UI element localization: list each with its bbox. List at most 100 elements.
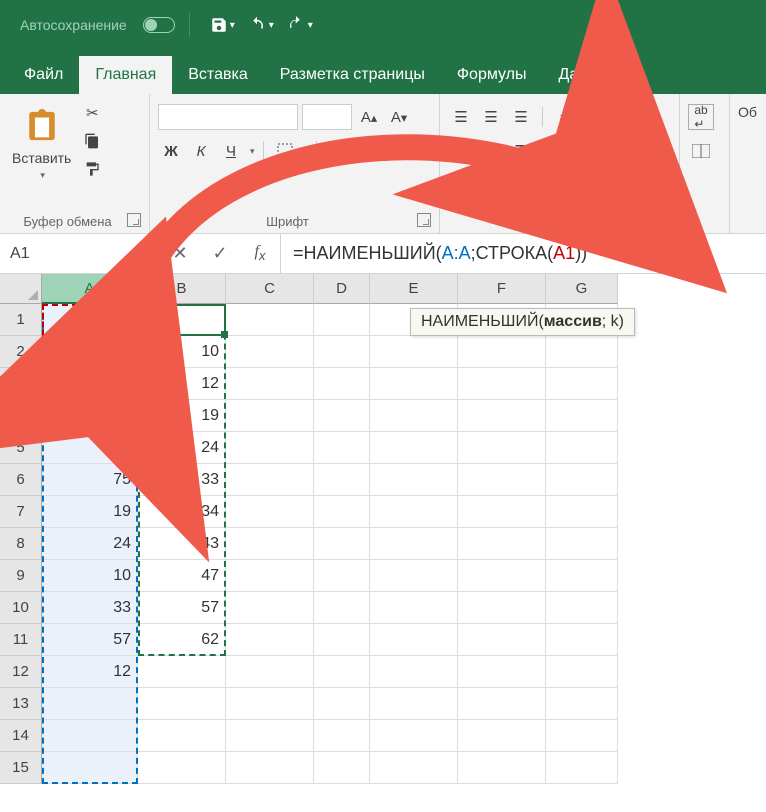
cell-E5[interactable] bbox=[370, 432, 458, 464]
row-header-1[interactable]: 1 bbox=[0, 304, 42, 336]
tab-data[interactable]: Данные bbox=[543, 56, 633, 94]
cell-D12[interactable] bbox=[314, 656, 370, 688]
name-box[interactable]: A1 bbox=[0, 234, 159, 273]
cell-G9[interactable] bbox=[546, 560, 618, 592]
cell-D4[interactable] bbox=[314, 400, 370, 432]
cell-C5[interactable] bbox=[226, 432, 314, 464]
insert-function-button[interactable]: fx bbox=[240, 234, 280, 274]
cell-G10[interactable] bbox=[546, 592, 618, 624]
cell-D6[interactable] bbox=[314, 464, 370, 496]
cell-C10[interactable] bbox=[226, 592, 314, 624]
cell-E4[interactable] bbox=[370, 400, 458, 432]
cell-F11[interactable] bbox=[458, 624, 546, 656]
decrease-indent-icon[interactable]: ⇤ bbox=[551, 138, 577, 164]
cell-G6[interactable] bbox=[546, 464, 618, 496]
dialog-launcher-icon[interactable] bbox=[417, 213, 431, 227]
row-header-14[interactable]: 14 bbox=[0, 720, 42, 752]
cell-B8[interactable]: 43 bbox=[138, 528, 226, 560]
row-header-7[interactable]: 7 bbox=[0, 496, 42, 528]
cell-F2[interactable] bbox=[458, 336, 546, 368]
cell-C2[interactable] bbox=[226, 336, 314, 368]
cell-A5[interactable]: 2 bbox=[42, 432, 138, 464]
dialog-launcher-icon[interactable] bbox=[657, 213, 671, 227]
cell-A15[interactable] bbox=[42, 752, 138, 784]
cell-B11[interactable]: 62 bbox=[138, 624, 226, 656]
cell-B12[interactable] bbox=[138, 656, 226, 688]
column-header-a[interactable]: A bbox=[42, 274, 138, 304]
chevron-down-icon[interactable]: ▾ bbox=[137, 240, 153, 268]
cell-G12[interactable] bbox=[546, 656, 618, 688]
cell-A6[interactable]: 75 bbox=[42, 464, 138, 496]
cell-B5[interactable]: 24 bbox=[138, 432, 226, 464]
borders-icon[interactable] bbox=[272, 138, 298, 164]
column-header-e[interactable]: E bbox=[370, 274, 458, 304]
cell-A4[interactable]: 47 bbox=[42, 400, 138, 432]
tab-home[interactable]: Главная bbox=[79, 56, 172, 94]
cell-D7[interactable] bbox=[314, 496, 370, 528]
cell-C13[interactable] bbox=[226, 688, 314, 720]
cell-B14[interactable] bbox=[138, 720, 226, 752]
cell-B2[interactable]: 10 bbox=[138, 336, 226, 368]
cell-E12[interactable] bbox=[370, 656, 458, 688]
cell-E9[interactable] bbox=[370, 560, 458, 592]
cell-G4[interactable] bbox=[546, 400, 618, 432]
tab-file[interactable]: Файл bbox=[8, 56, 79, 94]
cell-A3[interactable]: 62 bbox=[42, 368, 138, 400]
cell-C3[interactable] bbox=[226, 368, 314, 400]
cell-B15[interactable] bbox=[138, 752, 226, 784]
cell-C15[interactable] bbox=[226, 752, 314, 784]
row-header-5[interactable]: 5 bbox=[0, 432, 42, 464]
cell-C1[interactable] bbox=[226, 304, 314, 336]
cell-B1[interactable]: A:A; bbox=[138, 304, 226, 336]
row-header-4[interactable]: 4 bbox=[0, 400, 42, 432]
cell-F12[interactable] bbox=[458, 656, 546, 688]
cell-G3[interactable] bbox=[546, 368, 618, 400]
font-color-icon[interactable]: A bbox=[366, 138, 392, 164]
cell-G7[interactable] bbox=[546, 496, 618, 528]
cell-A14[interactable] bbox=[42, 720, 138, 752]
confirm-formula-button[interactable]: ✓ bbox=[200, 234, 240, 274]
cell-D5[interactable] bbox=[314, 432, 370, 464]
cell-F3[interactable] bbox=[458, 368, 546, 400]
formula-input[interactable]: =НАИМЕНЬШИЙ(A:A;СТРОКА(A1)) bbox=[281, 234, 766, 273]
cell-C12[interactable] bbox=[226, 656, 314, 688]
cell-A13[interactable] bbox=[42, 688, 138, 720]
column-header-f[interactable]: F bbox=[458, 274, 546, 304]
cell-E6[interactable] bbox=[370, 464, 458, 496]
cell-F7[interactable] bbox=[458, 496, 546, 528]
align-left-icon[interactable]: ☰ bbox=[448, 138, 474, 164]
wrap-text-icon[interactable]: ab↵ bbox=[688, 104, 714, 130]
cell-E15[interactable] bbox=[370, 752, 458, 784]
cell-A7[interactable]: 19 bbox=[42, 496, 138, 528]
cell-G15[interactable] bbox=[546, 752, 618, 784]
cell-B9[interactable]: 47 bbox=[138, 560, 226, 592]
fill-color-icon[interactable] bbox=[325, 138, 351, 164]
cell-B3[interactable]: 12 bbox=[138, 368, 226, 400]
column-header-g[interactable]: G bbox=[546, 274, 618, 304]
cell-B7[interactable]: 34 bbox=[138, 496, 226, 528]
cell-E3[interactable] bbox=[370, 368, 458, 400]
cell-E13[interactable] bbox=[370, 688, 458, 720]
decrease-font-icon[interactable]: A▾ bbox=[386, 104, 412, 130]
cell-A10[interactable]: 33 bbox=[42, 592, 138, 624]
cell-C8[interactable] bbox=[226, 528, 314, 560]
cell-D8[interactable] bbox=[314, 528, 370, 560]
cell-G8[interactable] bbox=[546, 528, 618, 560]
cell-C11[interactable] bbox=[226, 624, 314, 656]
cut-icon[interactable]: ✂ bbox=[79, 100, 105, 126]
cell-B4[interactable]: 19 bbox=[138, 400, 226, 432]
tab-insert[interactable]: Вставка bbox=[172, 56, 263, 94]
row-header-10[interactable]: 10 bbox=[0, 592, 42, 624]
copy-icon[interactable] bbox=[79, 128, 105, 154]
align-middle-icon[interactable]: ☰ bbox=[478, 104, 504, 130]
cell-C9[interactable] bbox=[226, 560, 314, 592]
dialog-launcher-icon[interactable] bbox=[127, 213, 141, 227]
column-header-c[interactable]: C bbox=[226, 274, 314, 304]
column-header-d[interactable]: D bbox=[314, 274, 370, 304]
align-top-icon[interactable]: ☰ bbox=[448, 104, 474, 130]
cell-F9[interactable] bbox=[458, 560, 546, 592]
cell-A12[interactable]: 12 bbox=[42, 656, 138, 688]
cell-A1[interactable]: 43 bbox=[42, 304, 138, 336]
cell-D13[interactable] bbox=[314, 688, 370, 720]
cell-F4[interactable] bbox=[458, 400, 546, 432]
